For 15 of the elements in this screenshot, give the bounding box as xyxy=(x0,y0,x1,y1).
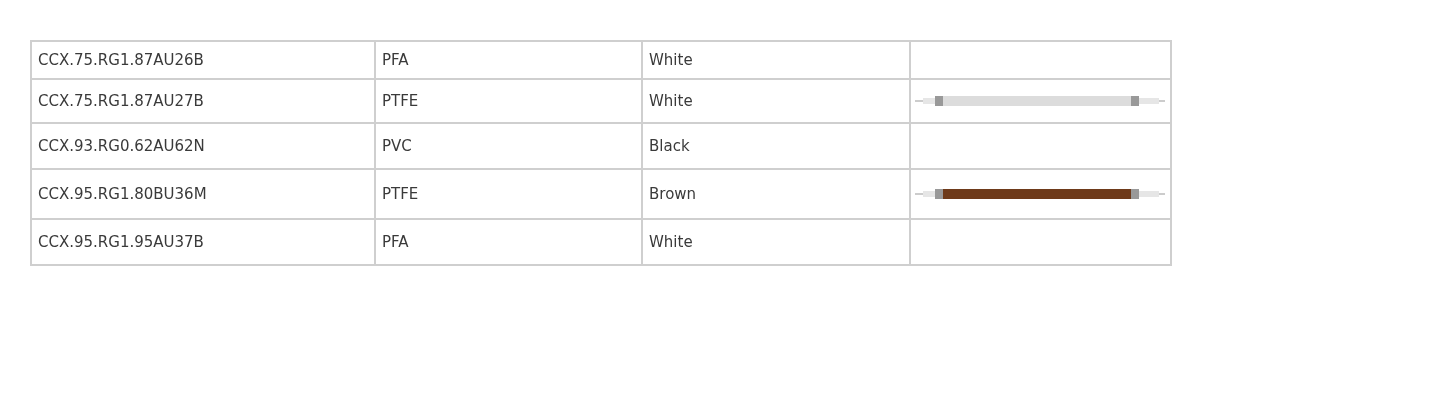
table-cell: White xyxy=(649,51,693,69)
table-cell: CCX.93.RG0.62AU62N xyxy=(38,137,205,155)
table-cell: White xyxy=(649,233,693,251)
table-cell: Black xyxy=(649,137,690,155)
table-cell: PTFE xyxy=(382,92,419,110)
table-cell: CCX.95.RG1.95AU37B xyxy=(38,233,204,251)
table-cell: PTFE xyxy=(382,185,419,203)
table-cell: PFA xyxy=(382,51,409,69)
table-cell: CCX.75.RG1.87AU27B xyxy=(38,92,204,110)
table-cell: CCX.95.RG1.80BU36M xyxy=(38,185,207,203)
table-cell: PVC xyxy=(382,137,412,155)
table-cell: CCX.75.RG1.87AU26B xyxy=(38,51,204,69)
table-cell: PFA xyxy=(382,233,409,251)
table-cell: Brown xyxy=(649,185,697,203)
table-cell: White xyxy=(649,92,693,110)
